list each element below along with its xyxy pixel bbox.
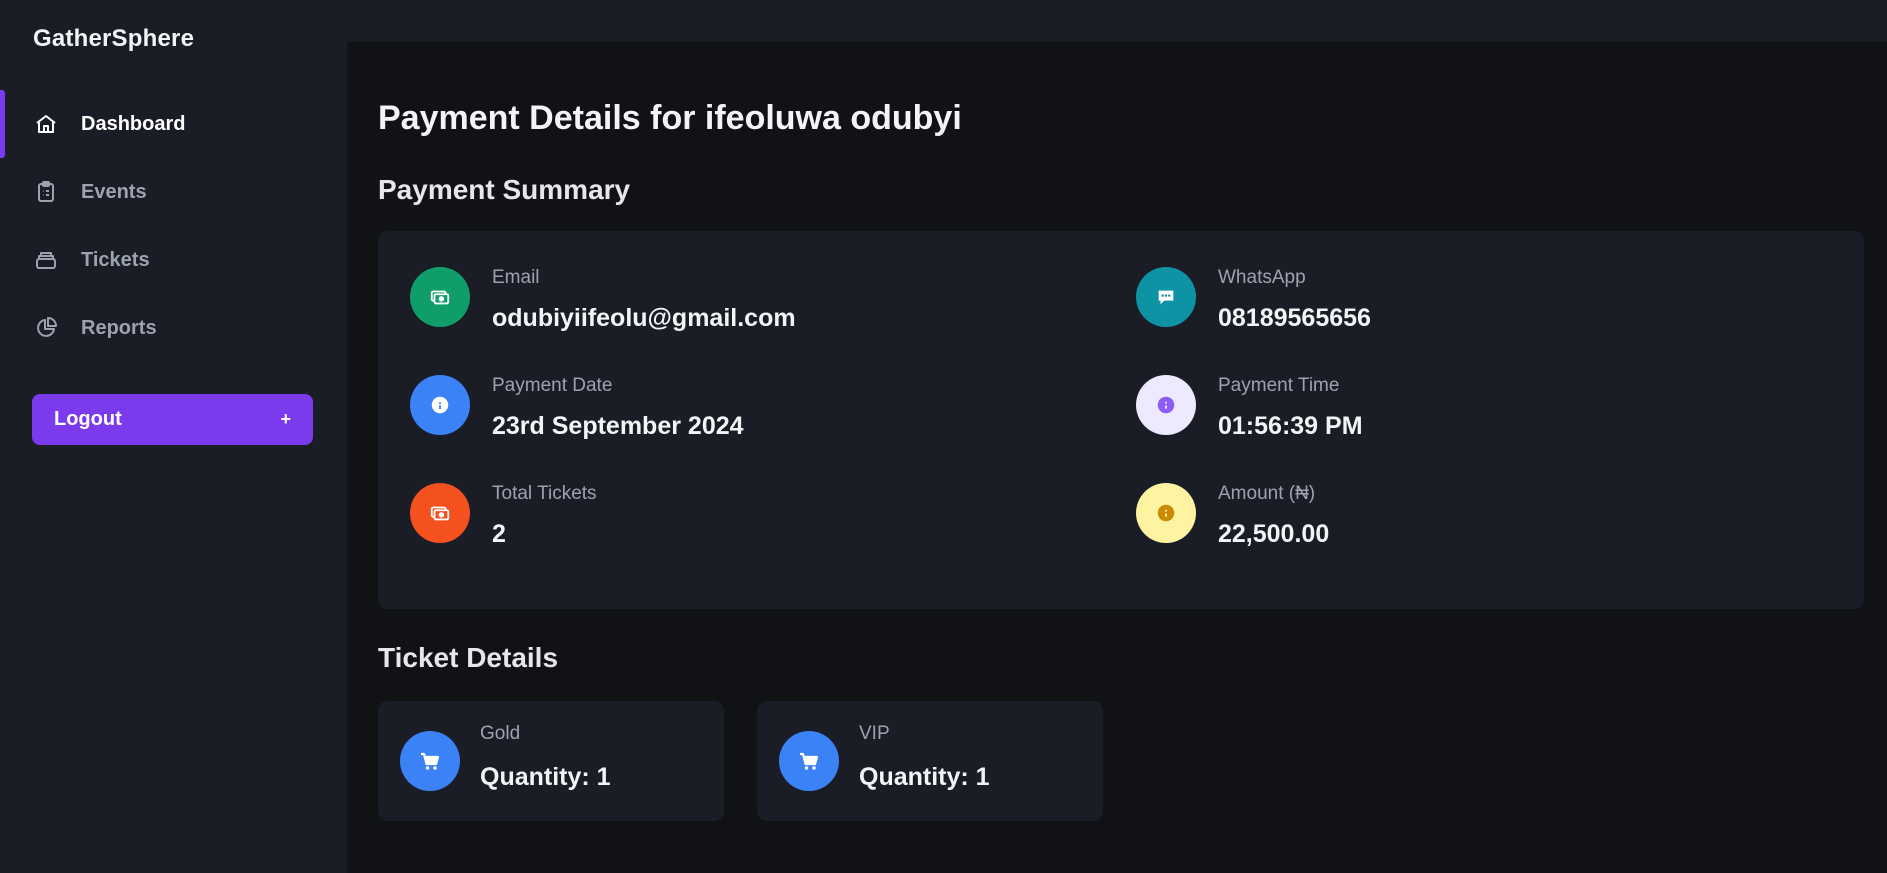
ticket-details-heading: Ticket Details (378, 642, 559, 673)
whatsapp-label: WhatsApp (1218, 267, 1306, 288)
sidebar-item-label: Reports (81, 316, 157, 339)
sidebar-item-label: Events (81, 180, 147, 203)
total-tickets-value: 2 (492, 520, 506, 548)
payment-date-label: Payment Date (492, 375, 613, 396)
plus-icon: + (280, 409, 291, 429)
money-icon (410, 483, 470, 543)
payment-time-value: 01:56:39 PM (1218, 412, 1363, 440)
sidebar-item-events[interactable]: Events (0, 158, 347, 226)
clipboard-icon (33, 179, 59, 205)
ticket-card-vip: VIP Quantity: 1 (757, 701, 1103, 821)
ticket-quantity: Quantity: 1 (480, 763, 611, 791)
total-tickets-field: Total Tickets 2 (410, 481, 597, 549)
info-icon (410, 375, 470, 435)
sidebar-item-dashboard[interactable]: Dashboard (0, 90, 347, 158)
payment-time-label: Payment Time (1218, 375, 1340, 396)
payment-summary-card: Email odubiyiifeolu@gmail.com WhatsApp 0… (378, 231, 1864, 609)
pie-chart-icon (33, 315, 59, 341)
whatsapp-field: WhatsApp 08189565656 (1136, 265, 1371, 333)
info-icon (1136, 483, 1196, 543)
home-icon (33, 111, 59, 137)
payment-summary-heading: Payment Summary (378, 174, 631, 205)
brand-logo[interactable]: GatherSphere (33, 25, 194, 53)
logout-label: Logout (54, 408, 122, 430)
ticket-quantity: Quantity: 1 (859, 763, 990, 791)
main-content: Payment Details for ifeoluwa odubyi Paym… (347, 42, 1887, 873)
top-bar (347, 0, 1887, 42)
sidebar-item-reports[interactable]: Reports (0, 294, 347, 362)
ticket-name: VIP (859, 723, 890, 744)
sidebar: GatherSphere Dashboard Events Tickets Re… (0, 0, 347, 873)
app-root: GatherSphere Dashboard Events Tickets Re… (0, 0, 1887, 873)
chat-icon (1136, 267, 1196, 327)
money-icon (410, 267, 470, 327)
sidebar-nav: Dashboard Events Tickets Reports (0, 90, 347, 362)
email-field: Email odubiyiifeolu@gmail.com (410, 265, 796, 333)
total-tickets-label: Total Tickets (492, 483, 597, 504)
ticket-card-gold: Gold Quantity: 1 (378, 701, 724, 821)
payment-time-field: Payment Time 01:56:39 PM (1136, 373, 1363, 441)
logout-button[interactable]: Logout + (32, 394, 313, 445)
sidebar-item-label: Tickets (81, 248, 150, 271)
cart-icon (400, 731, 460, 791)
ticket-stack-icon (33, 247, 59, 273)
amount-field: Amount (₦) 22,500.00 (1136, 481, 1329, 549)
amount-value: 22,500.00 (1218, 520, 1330, 548)
email-label: Email (492, 267, 540, 288)
payment-date-field: Payment Date 23rd September 2024 (410, 373, 744, 441)
whatsapp-value: 08189565656 (1218, 304, 1371, 332)
payment-date-value: 23rd September 2024 (492, 412, 744, 440)
email-value: odubiyiifeolu@gmail.com (492, 304, 796, 332)
cart-icon (779, 731, 839, 791)
ticket-name: Gold (480, 723, 521, 744)
page-title: Payment Details for ifeoluwa odubyi (378, 99, 962, 137)
info-icon (1136, 375, 1196, 435)
sidebar-item-tickets[interactable]: Tickets (0, 226, 347, 294)
amount-label: Amount (₦) (1218, 483, 1316, 504)
sidebar-item-label: Dashboard (81, 112, 186, 135)
